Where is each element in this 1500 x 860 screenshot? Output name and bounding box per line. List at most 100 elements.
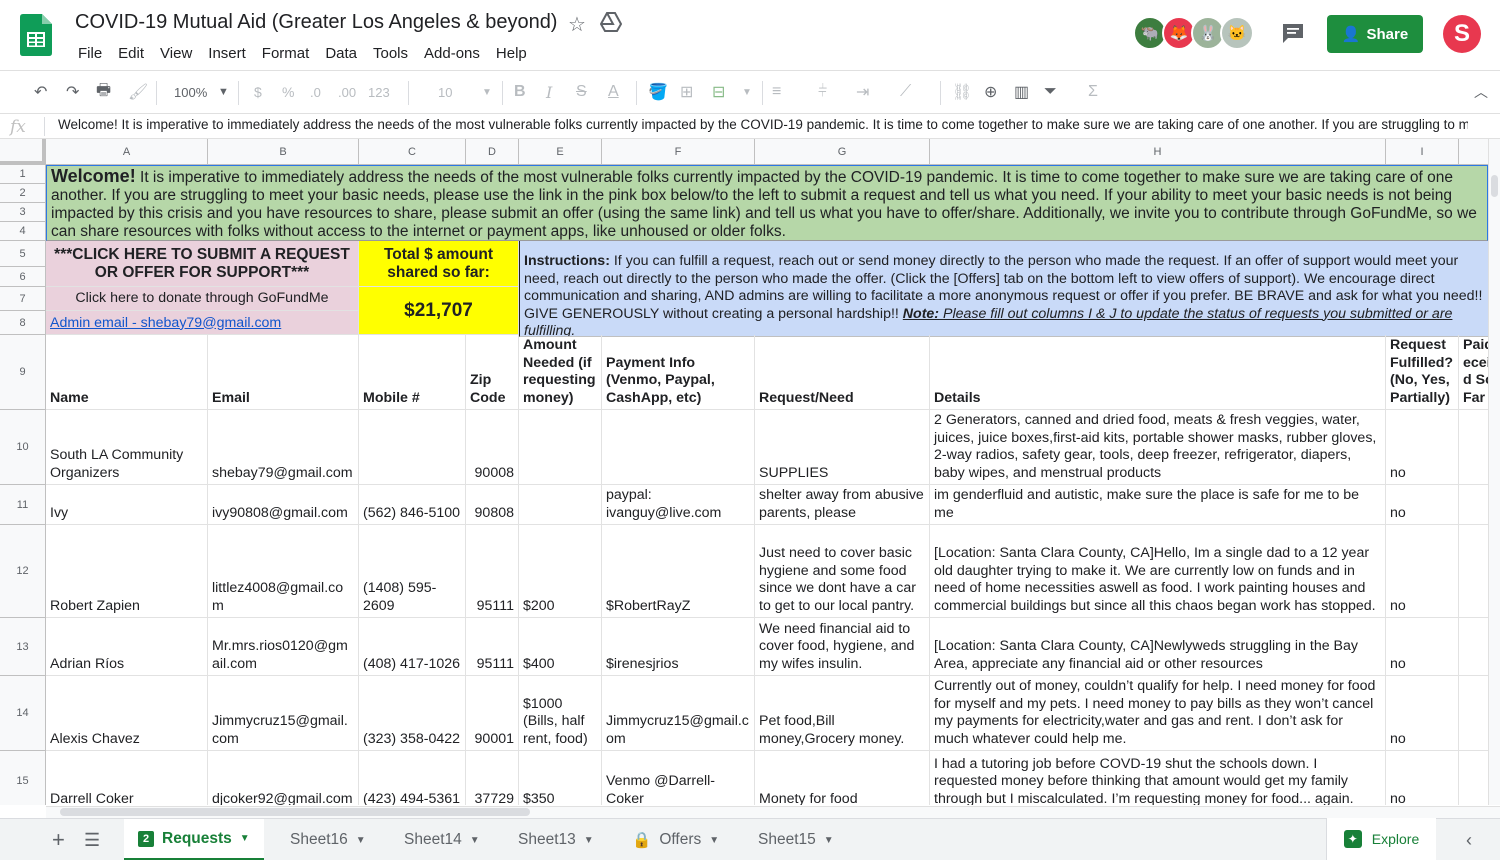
cell-amount-paid[interactable] bbox=[1459, 751, 1488, 805]
cell-amount[interactable] bbox=[519, 485, 602, 525]
cell-payment[interactable]: Venmo @Darrell-Coker bbox=[602, 751, 755, 805]
cell-fulfilled[interactable]: no bbox=[1386, 525, 1459, 618]
sheets-logo-icon[interactable] bbox=[20, 14, 52, 56]
cell-amount-paid[interactable] bbox=[1459, 410, 1488, 485]
cell-payment[interactable] bbox=[602, 410, 755, 485]
column-header[interactable]: D bbox=[466, 139, 519, 165]
cell-amount-paid[interactable] bbox=[1459, 525, 1488, 618]
text-rotation-icon[interactable]: ⟋ bbox=[900, 81, 911, 103]
cell-zip[interactable]: 95111 bbox=[466, 618, 519, 676]
column-header[interactable]: E bbox=[519, 139, 602, 165]
tab-requests[interactable]: 2 Requests ▼ bbox=[124, 819, 264, 860]
increase-decimal-button[interactable]: .00 bbox=[338, 81, 356, 103]
cell-request[interactable]: SUPPLIES bbox=[755, 410, 930, 485]
cell-mobile[interactable]: (1408) 595-2609 bbox=[359, 525, 466, 618]
chevron-down-icon[interactable]: ▼ bbox=[709, 835, 719, 846]
cell-details[interactable]: Currently out of money, couldn’t qualify… bbox=[930, 676, 1386, 751]
chevron-down-icon[interactable]: ▼ bbox=[742, 81, 752, 103]
cell-request[interactable]: Monety for food bbox=[755, 751, 930, 805]
menu-format[interactable]: Format bbox=[254, 44, 318, 63]
borders-icon[interactable]: ⊞ bbox=[680, 81, 693, 103]
cell-mobile[interactable]: (423) 494-5361 bbox=[359, 751, 466, 805]
admin-email-link[interactable]: Admin email - shebay79@gmail.com bbox=[46, 311, 359, 335]
insert-comment-icon[interactable]: ⊕ bbox=[984, 81, 997, 103]
tab-sheet15[interactable]: Sheet15 ▼ bbox=[744, 819, 848, 860]
column-header[interactable] bbox=[1459, 139, 1488, 165]
cell-name[interactable]: South LA Community Organizers bbox=[46, 410, 208, 485]
all-sheets-icon[interactable]: ☰ bbox=[70, 819, 114, 860]
explore-button[interactable]: ✦ Explore bbox=[1326, 818, 1436, 860]
welcome-message[interactable]: Welcome! It is imperative to immediately… bbox=[46, 165, 1488, 241]
row-header[interactable]: 1 bbox=[0, 165, 46, 184]
vertical-align-icon[interactable]: ⫩ bbox=[818, 81, 827, 103]
row-header[interactable]: 11 bbox=[0, 485, 46, 525]
currency-format-button[interactable]: $ bbox=[254, 81, 262, 103]
functions-button[interactable]: Σ bbox=[1088, 81, 1098, 103]
cell-request[interactable]: Pet food,Bill money,Grocery money. bbox=[755, 676, 930, 751]
cell-email[interactable]: djcoker92@gmail.com bbox=[208, 751, 359, 805]
formula-input[interactable]: Welcome! It is imperative to immediately… bbox=[58, 118, 1468, 138]
cell-zip[interactable]: 90001 bbox=[466, 676, 519, 751]
collapse-side-panel-icon[interactable]: ‹ bbox=[1452, 819, 1486, 860]
zoom-select[interactable]: 100% bbox=[174, 81, 207, 103]
column-header[interactable]: A bbox=[46, 139, 208, 165]
font-size-select[interactable]: 10 bbox=[438, 81, 452, 103]
cell-payment[interactable]: $RobertRayZ bbox=[602, 525, 755, 618]
cell-details[interactable]: [Location: Santa Clara County, CA]Hello,… bbox=[930, 525, 1386, 618]
cell-amount-paid[interactable] bbox=[1459, 485, 1488, 525]
header-name[interactable]: Name bbox=[46, 335, 208, 410]
cell-email[interactable]: ivy90808@gmail.com bbox=[208, 485, 359, 525]
row-header[interactable]: 13 bbox=[0, 618, 46, 676]
cell-zip[interactable]: 95111 bbox=[466, 525, 519, 618]
menu-insert[interactable]: Insert bbox=[200, 44, 254, 63]
row-header[interactable]: 5 bbox=[0, 241, 46, 267]
paint-format-icon[interactable]: 🖌 bbox=[128, 81, 148, 103]
donate-link[interactable]: Click here to donate through GoFundMe bbox=[46, 287, 359, 311]
redo-icon[interactable]: ↷ bbox=[66, 81, 79, 103]
cell-email[interactable]: shebay79@gmail.com bbox=[208, 410, 359, 485]
cell-fulfilled[interactable]: no bbox=[1386, 410, 1459, 485]
chevron-down-icon[interactable]: ▼ bbox=[240, 833, 250, 844]
menu-file[interactable]: File bbox=[70, 44, 110, 63]
cell-amount[interactable]: $400 bbox=[519, 618, 602, 676]
submit-request-link[interactable]: ***CLICK HERE TO SUBMIT A REQUEST OR OFF… bbox=[46, 241, 359, 287]
filter-icon[interactable]: ⏷ bbox=[1044, 81, 1057, 103]
chevron-down-icon[interactable]: ▼ bbox=[470, 835, 480, 846]
menu-addons[interactable]: Add-ons bbox=[416, 44, 488, 63]
horizontal-align-icon[interactable]: ≡ bbox=[772, 81, 781, 103]
cell-zip[interactable]: 90008 bbox=[466, 410, 519, 485]
cell-amount[interactable]: $350 bbox=[519, 751, 602, 805]
header-zip[interactable]: Zip Code bbox=[466, 335, 519, 410]
star-icon[interactable]: ☆ bbox=[568, 12, 586, 37]
collaborator-avatar[interactable]: 🐱 bbox=[1220, 16, 1254, 50]
strikethrough-button[interactable]: S bbox=[576, 81, 587, 103]
bold-button[interactable]: B bbox=[514, 81, 526, 103]
cell-details[interactable]: 2 Generators, canned and dried food, mea… bbox=[930, 410, 1386, 485]
row-header[interactable]: 7 bbox=[0, 287, 46, 311]
cell-amount[interactable]: $1000 (Bills, half rent, food) bbox=[519, 676, 602, 751]
chevron-down-icon[interactable]: ▼ bbox=[824, 835, 834, 846]
italic-button[interactable]: I bbox=[546, 81, 552, 103]
undo-icon[interactable]: ↶ bbox=[34, 81, 47, 103]
comment-history-icon[interactable] bbox=[1281, 22, 1305, 44]
chevron-down-icon[interactable]: ▼ bbox=[584, 835, 594, 846]
fill-color-icon[interactable]: 🪣 bbox=[648, 81, 668, 103]
account-avatar[interactable]: S bbox=[1443, 15, 1481, 53]
share-button[interactable]: 👤 Share bbox=[1327, 15, 1423, 53]
insert-chart-icon[interactable]: ▥ bbox=[1014, 81, 1029, 103]
document-title[interactable]: COVID-19 Mutual Aid (Greater Los Angeles… bbox=[75, 11, 557, 34]
merge-cells-icon[interactable]: ⊟ bbox=[712, 81, 725, 103]
tab-sheet14[interactable]: Sheet14 ▼ bbox=[390, 819, 494, 860]
header-payment[interactable]: Payment Info (Venmo, Paypal, CashApp, et… bbox=[602, 335, 755, 410]
header-amount-paid[interactable]: Amount Paid/Received So Far bbox=[1459, 335, 1488, 410]
cell-details[interactable]: im genderfluid and autistic, make sure t… bbox=[930, 485, 1386, 525]
menu-help[interactable]: Help bbox=[488, 44, 535, 63]
menu-view[interactable]: View bbox=[152, 44, 200, 63]
cell-request[interactable]: Just need to cover basic hygiene and som… bbox=[755, 525, 930, 618]
percent-format-button[interactable]: % bbox=[282, 81, 294, 103]
header-details[interactable]: Details bbox=[930, 335, 1386, 410]
menu-data[interactable]: Data bbox=[317, 44, 365, 63]
cell-email[interactable]: littlez4008@gmail.com bbox=[208, 525, 359, 618]
column-header[interactable]: I bbox=[1386, 139, 1459, 165]
horizontal-scroll-thumb[interactable] bbox=[60, 808, 530, 816]
